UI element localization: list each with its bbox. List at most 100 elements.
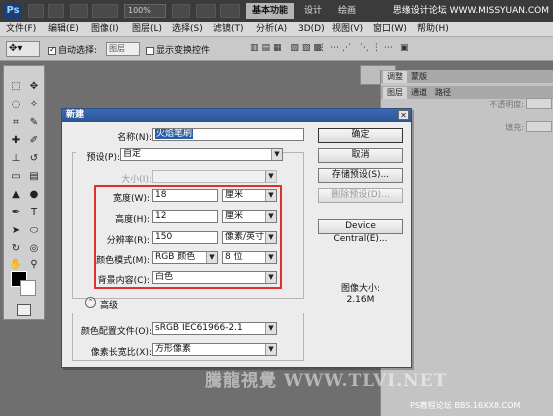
device-central-button[interactable]: Device Central(E)... bbox=[318, 219, 403, 244]
blur-tool-icon[interactable]: ▲ bbox=[8, 188, 24, 202]
quick-mask-icon[interactable] bbox=[17, 304, 31, 316]
menu-select[interactable]: 选择(S) bbox=[172, 22, 203, 37]
menu-filter[interactable]: 滤镜(T) bbox=[213, 22, 244, 37]
brush-tool-icon[interactable]: ✐ bbox=[26, 134, 42, 148]
dodge-tool-icon[interactable]: ● bbox=[26, 188, 42, 202]
menu-window[interactable]: 窗口(W) bbox=[373, 22, 407, 37]
opacity-control: 不透明度: bbox=[411, 98, 553, 110]
fill-label: 填充: bbox=[505, 123, 524, 132]
bridge-button[interactable] bbox=[28, 4, 44, 18]
toolbox: ⬚ ✥ ◌ ✧ ⌗ ✎ ✚ ✐ ⊥ ↺ ▭ ▤ ▲ ● ✒ T ➤ ⬭ ↻ ◎ … bbox=[3, 65, 45, 320]
name-label: 名称(N): bbox=[117, 133, 152, 143]
eraser-tool-icon[interactable]: ▭ bbox=[8, 170, 24, 184]
hand-tool-icon[interactable]: ✋ bbox=[8, 258, 24, 272]
move-tool-icon[interactable]: ✥ bbox=[26, 80, 42, 94]
auto-select-checkbox[interactable]: 自动选择: bbox=[48, 43, 97, 56]
hand-tool-button[interactable] bbox=[172, 4, 190, 18]
menu-3d[interactable]: 3D(D) bbox=[298, 22, 325, 37]
screen-mode-button[interactable] bbox=[220, 4, 240, 18]
healing-brush-tool-icon[interactable]: ✚ bbox=[8, 134, 24, 148]
move-tool-icon: ✥▾ bbox=[9, 43, 23, 54]
show-transform-checkbox[interactable]: 显示变换控件 bbox=[146, 43, 210, 56]
zoom-tool-button[interactable] bbox=[92, 4, 118, 18]
close-icon[interactable]: ✕ bbox=[398, 110, 409, 120]
new-document-dialog: 新建 ✕ 名称(N): 火焰笔刷 预设(P): 自定 ▼ 大小(I): ▼ 宽度… bbox=[61, 108, 412, 368]
pen-tool-icon[interactable]: ✒ bbox=[8, 206, 24, 220]
background-color-swatch[interactable] bbox=[20, 280, 36, 296]
view-extras-button[interactable] bbox=[70, 4, 88, 18]
chevron-down-icon: ▼ bbox=[265, 344, 276, 355]
highlight-box bbox=[94, 185, 282, 289]
pixel-aspect-select[interactable]: 方形像素 ▼ bbox=[152, 343, 277, 356]
tab-adjustments[interactable]: 调整 bbox=[383, 71, 407, 83]
3d-rotate-tool-icon[interactable]: ↻ bbox=[8, 242, 24, 256]
history-brush-tool-icon[interactable]: ↺ bbox=[26, 152, 42, 166]
lasso-tool-icon[interactable]: ◌ bbox=[8, 98, 24, 112]
auto-select-target-select[interactable]: 图层 bbox=[106, 42, 140, 56]
marquee-tool-icon[interactable]: ⬚ bbox=[8, 80, 24, 94]
adjustments-panel-tabs: 调整 蒙版 bbox=[381, 70, 553, 83]
chevron-down-icon: ▼ bbox=[265, 323, 276, 334]
zoom-level-select[interactable]: 100% bbox=[124, 4, 166, 18]
show-transform-check-icon bbox=[146, 46, 154, 55]
advanced-label: 高级 bbox=[100, 301, 119, 311]
show-transform-label: 显示变换控件 bbox=[156, 46, 211, 56]
type-tool-icon[interactable]: T bbox=[26, 206, 42, 220]
pixel-aspect-value: 方形像素 bbox=[155, 344, 192, 354]
crop-tool-icon[interactable]: ⌗ bbox=[8, 116, 24, 130]
ps-logo-icon: Ps bbox=[4, 3, 22, 19]
fill-control: 填充: bbox=[411, 121, 553, 133]
auto-align-button[interactable]: ▣ bbox=[400, 43, 412, 55]
options-bar: ✥▾ 自动选择: 图层 显示变换控件 ▥▤▦ ▧▨▩ ⋮⋯⋰ ⋱⋮⋯ ▣ bbox=[0, 37, 553, 61]
eyedropper-tool-icon[interactable]: ✎ bbox=[26, 116, 42, 130]
clone-stamp-tool-icon[interactable]: ⊥ bbox=[8, 152, 24, 166]
preset-label: 预设(P): bbox=[76, 150, 120, 163]
pixel-aspect-label: 像素长宽比(X): bbox=[90, 348, 152, 358]
mini-bridge-button[interactable] bbox=[48, 4, 64, 18]
preset-select[interactable]: 自定 ▼ bbox=[120, 148, 283, 161]
gradient-tool-icon[interactable]: ▤ bbox=[26, 170, 42, 184]
auto-select-label: 自动选择: bbox=[58, 46, 98, 56]
expand-advanced-icon[interactable]: ⌃ bbox=[85, 297, 96, 308]
ok-button[interactable]: 确定 bbox=[318, 128, 403, 143]
cancel-button[interactable]: 取消 bbox=[318, 148, 403, 163]
fill-field[interactable] bbox=[526, 121, 552, 132]
3d-orbit-tool-icon[interactable]: ◎ bbox=[26, 242, 42, 256]
save-preset-button[interactable]: 存储预设(S)... bbox=[318, 168, 403, 183]
color-profile-value: sRGB IEC61966-2.1 bbox=[155, 323, 243, 333]
zoom-tool-icon[interactable]: ⚲ bbox=[26, 258, 42, 272]
name-field[interactable]: 火焰笔刷 bbox=[152, 128, 304, 141]
menu-edit[interactable]: 编辑(E) bbox=[48, 22, 79, 37]
magic-wand-tool-icon[interactable]: ✧ bbox=[26, 98, 42, 112]
size-select[interactable]: ▼ bbox=[152, 170, 277, 183]
menu-view[interactable]: 视图(V) bbox=[332, 22, 363, 37]
color-profile-select[interactable]: sRGB IEC61966-2.1 ▼ bbox=[152, 322, 277, 335]
menu-analysis[interactable]: 分析(A) bbox=[256, 22, 287, 37]
delete-preset-button[interactable]: 删除预设(D)... bbox=[318, 188, 403, 203]
workspace-basic-button[interactable]: 基本功能 bbox=[246, 3, 294, 19]
workspace-paint-button[interactable]: 绘画 bbox=[332, 3, 362, 19]
distribute-buttons[interactable]: ⋮⋯⋰ ⋱⋮⋯ bbox=[318, 43, 396, 55]
tab-layers[interactable]: 图层 bbox=[383, 87, 407, 99]
arrange-documents-button[interactable] bbox=[196, 4, 216, 18]
align-buttons[interactable]: ▥▤▦ ▧▨▩ bbox=[250, 43, 325, 55]
site-watermark: 思缘设计论坛 WWW.MISSYUAN.COM bbox=[392, 6, 549, 16]
menu-image[interactable]: 图像(I) bbox=[91, 22, 119, 37]
photoshop-window: Ps 100% 基本功能 设计 绘画 思缘设计论坛 WWW.MISSYUAN.C… bbox=[0, 0, 553, 416]
menu-bar: 文件(F) 编辑(E) 图像(I) 图层(L) 选择(S) 滤镜(T) 分析(A… bbox=[0, 22, 553, 37]
bottom-watermark: PS教程论坛 BBS.16XX8.COM bbox=[410, 401, 521, 410]
shape-tool-icon[interactable]: ⬭ bbox=[26, 224, 42, 238]
tool-preset-picker[interactable]: ✥▾ bbox=[6, 41, 40, 57]
tab-paths[interactable]: 路径 bbox=[431, 87, 455, 99]
tab-masks[interactable]: 蒙版 bbox=[407, 71, 431, 83]
menu-help[interactable]: 帮助(H) bbox=[417, 22, 449, 37]
opacity-field[interactable] bbox=[526, 98, 552, 109]
preset-value: 自定 bbox=[123, 149, 142, 159]
opacity-label: 不透明度: bbox=[489, 100, 524, 109]
path-selection-tool-icon[interactable]: ➤ bbox=[8, 224, 24, 238]
workspace-design-button[interactable]: 设计 bbox=[298, 3, 328, 19]
menu-layer[interactable]: 图层(L) bbox=[132, 22, 162, 37]
menu-file[interactable]: 文件(F) bbox=[6, 22, 36, 37]
tab-channels[interactable]: 通道 bbox=[407, 87, 431, 99]
tlvi-watermark: 騰龍視覺 WWW.TLVI.NET bbox=[205, 371, 448, 391]
